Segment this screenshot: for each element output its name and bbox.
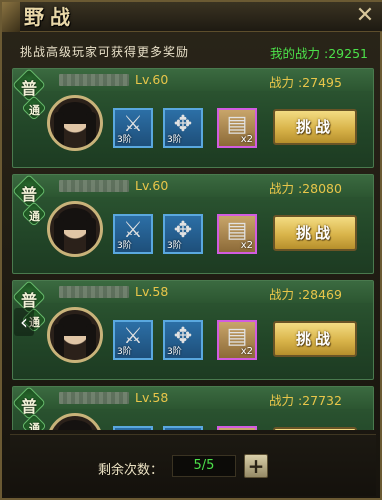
player-avatar[interactable] (47, 201, 103, 257)
sword-icon[interactable]: ⚔ 3阶 (113, 426, 153, 430)
scroll-icon[interactable]: ▤ x2 (217, 108, 257, 148)
player-level: Lv.60 (135, 178, 169, 193)
remaining-attempts-label: 剩余次数： (98, 463, 164, 478)
player-level: Lv.58 (135, 390, 169, 405)
armor-icon[interactable]: ✥ 3阶 (163, 320, 203, 360)
item-tier: 3阶 (167, 347, 182, 357)
opponent-card: 普 通 Lv.58 战力 :28469 ⚔ 3阶 ✥ 3阶 ▤ x2 挑战 (12, 280, 374, 380)
challenge-button[interactable]: 挑战 (273, 427, 357, 430)
opponent-card: 普 通 Lv.60 战力 :27495 ⚔ 3阶 ✥ 3阶 ▤ x2 挑战 (12, 68, 374, 168)
window-title: 野战 (24, 5, 76, 29)
title-ornament (2, 2, 20, 32)
item-count: x2 (240, 240, 253, 251)
item-tier: 3阶 (117, 241, 132, 251)
player-power: 战力 :28469 (269, 287, 342, 302)
sword-icon[interactable]: ⚔ 3阶 (113, 108, 153, 148)
challenge-button[interactable]: 挑战 (273, 321, 357, 357)
scroll-icon[interactable]: ▤ x2 (217, 426, 257, 430)
player-avatar[interactable] (47, 95, 103, 151)
opponent-list[interactable]: 普 通 Lv.60 战力 :27495 ⚔ 3阶 ✥ 3阶 ▤ x2 挑战 普 … (12, 68, 374, 430)
player-power: 战力 :27495 (269, 75, 342, 90)
badge-char-bottom: 通 (29, 210, 40, 223)
item-count: x2 (240, 134, 253, 145)
armor-icon[interactable]: ✥ 3阶 (163, 426, 203, 430)
rank-badge: 普 通 (12, 68, 47, 127)
scroll-icon[interactable]: ▤ x2 (217, 320, 257, 360)
badge-char-top: 普 (21, 79, 38, 98)
opponent-card: 普 通 Lv.60 战力 :28080 ⚔ 3阶 ✥ 3阶 ▤ x2 挑战 (12, 174, 374, 274)
armor-icon[interactable]: ✥ 3阶 (163, 214, 203, 254)
remaining-attempts-value: 5/5 (172, 455, 236, 477)
player-name-blurred (59, 74, 129, 86)
badge-char-top: 普 (21, 397, 38, 416)
sword-icon[interactable]: ⚔ 3阶 (113, 320, 153, 360)
rank-badge: 普 通 (12, 174, 47, 233)
challenge-button[interactable]: 挑战 (273, 215, 357, 251)
sword-icon[interactable]: ⚔ 3阶 (113, 214, 153, 254)
opponent-card: 普 通 Lv.58 战力 :27732 ⚔ 3阶 ✥ 3阶 ▤ x2 挑战 (12, 386, 374, 430)
player-name-blurred (59, 180, 129, 192)
player-name-blurred (59, 286, 129, 298)
badge-char-bottom: 通 (29, 422, 40, 430)
player-level: Lv.60 (135, 72, 169, 87)
item-tier: 3阶 (167, 241, 182, 251)
item-tier: 3阶 (117, 347, 132, 357)
rank-badge: 普 通 (12, 386, 47, 430)
info-row: 挑战高级玩家可获得更多奖励 我的战力 :29251 (14, 40, 372, 66)
armor-icon[interactable]: ✥ 3阶 (163, 108, 203, 148)
player-power: 战力 :28080 (269, 181, 342, 196)
player-name-blurred (59, 392, 129, 404)
player-level: Lv.58 (135, 284, 169, 299)
player-power: 战力 :27732 (269, 393, 342, 408)
window-frame: 野战 ✕ 挑战高级玩家可获得更多奖励 我的战力 :29251 普 通 Lv.60… (0, 0, 382, 500)
badge-char-bottom: 通 (29, 104, 40, 117)
reward-hint: 挑战高级玩家可获得更多奖励 (20, 45, 190, 59)
my-power: 我的战力 :29251 (270, 46, 368, 61)
title-bar: 野战 ✕ (2, 2, 382, 32)
player-avatar[interactable] (47, 413, 103, 430)
scroll-left-arrow-icon[interactable]: ‹ (14, 308, 34, 336)
add-attempts-button[interactable]: + (244, 454, 268, 478)
challenge-button[interactable]: 挑战 (273, 109, 357, 145)
badge-char-top: 普 (21, 185, 38, 204)
bottom-bar: 剩余次数： 5/5 + (10, 434, 376, 496)
item-count: x2 (240, 346, 253, 357)
player-avatar[interactable] (47, 307, 103, 363)
scroll-icon[interactable]: ▤ x2 (217, 214, 257, 254)
item-tier: 3阶 (167, 135, 182, 145)
close-button[interactable]: ✕ (354, 5, 376, 28)
item-tier: 3阶 (117, 135, 132, 145)
